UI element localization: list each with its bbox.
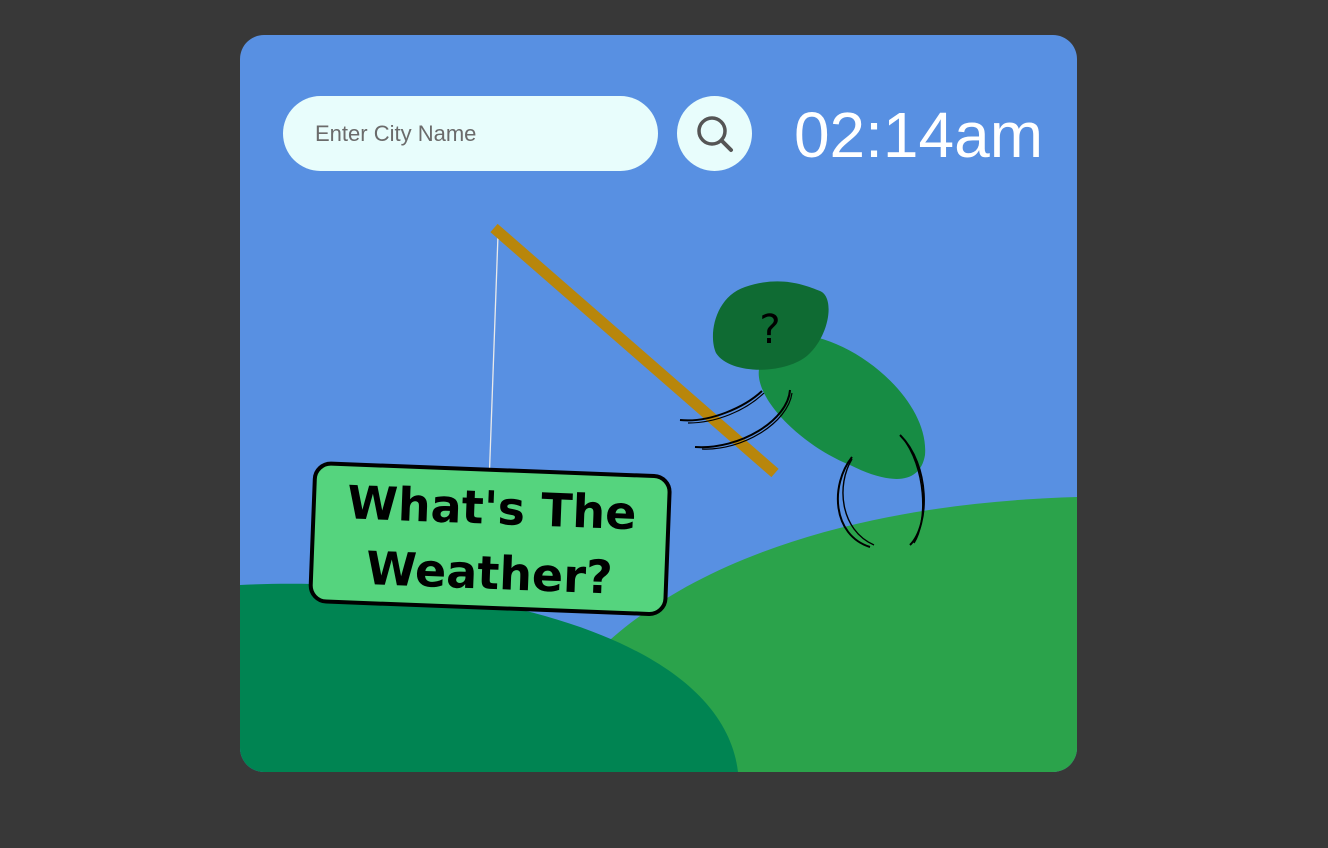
sign-line-1: What's The [346, 475, 637, 540]
title-sign: What's The Weather? [308, 461, 672, 616]
sign-line-2: Weather? [365, 541, 614, 604]
fishing-line [488, 234, 499, 486]
city-search-input[interactable] [283, 96, 658, 171]
head-question-mark: ? [759, 307, 780, 353]
clock-time: 02:14am [793, 99, 1043, 171]
search-icon [696, 115, 733, 152]
weather-card: What's The Weather? ? 02:14am [240, 35, 1077, 772]
search-button[interactable] [677, 96, 752, 171]
